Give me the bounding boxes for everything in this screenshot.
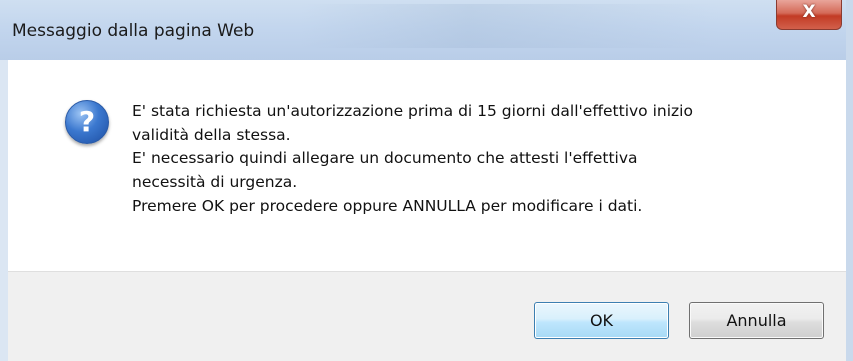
message-line: E' necessario quindi allegare un documen… xyxy=(132,149,638,168)
close-button[interactable]: X xyxy=(776,0,842,30)
title-bar[interactable]: Messaggio dalla pagina Web xyxy=(0,0,853,60)
window-frame xyxy=(846,0,853,361)
message-dialog: Messaggio dalla pagina Web X ? E' stata … xyxy=(0,0,853,361)
message-line: necessità di urgenza. xyxy=(132,173,298,192)
message-line: validità della stessa. xyxy=(132,125,291,144)
cancel-button[interactable]: Annulla xyxy=(689,302,824,339)
ok-button[interactable]: OK xyxy=(534,302,669,339)
window-title: Messaggio dalla pagina Web xyxy=(12,21,255,41)
question-mark-glyph: ? xyxy=(78,105,96,138)
message-area: ? E' stata richiesta un'autorizzazione p… xyxy=(8,60,846,271)
close-icon: X xyxy=(802,2,816,22)
question-icon: ? xyxy=(65,100,109,144)
message-text: E' stata richiesta un'autorizzazione pri… xyxy=(132,100,832,219)
message-line: Premere OK per procedere oppure ANNULLA … xyxy=(132,196,643,215)
message-line: E' stata richiesta un'autorizzazione pri… xyxy=(132,102,693,120)
button-bar: OK Annulla xyxy=(8,271,846,361)
